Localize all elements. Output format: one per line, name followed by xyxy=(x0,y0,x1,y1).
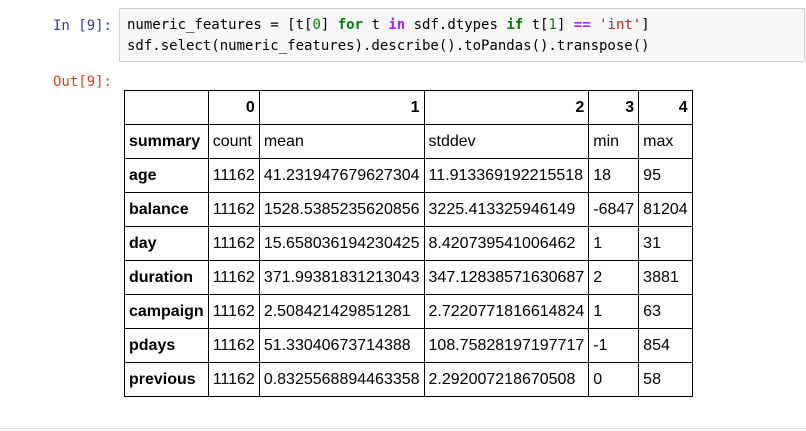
table-cell: 108.75828197197717 xyxy=(423,328,590,363)
header-cell xyxy=(124,90,209,125)
table-row: previous 11162 0.8325568894463358 2.2920072… xyxy=(124,362,693,397)
table-cell: count xyxy=(207,124,260,159)
table-cell: 347.12838571630687 xyxy=(423,260,590,295)
table-cell: 2.508421429851281 xyxy=(258,294,425,329)
table-cell: 1 xyxy=(588,226,640,261)
table-row: campaign 11162 2.508421429851281 2.72207718… xyxy=(124,294,693,329)
code-line-1: numeric_features = [t[0] for t in sdf.dt… xyxy=(127,17,650,33)
table-cell: 63 xyxy=(638,294,693,329)
row-index-cell: age xyxy=(124,158,209,193)
table-cell: -6847 xyxy=(588,192,640,227)
table-cell: 854 xyxy=(638,328,693,363)
table-cell: min xyxy=(588,124,640,159)
table-cell: stddev xyxy=(423,124,590,159)
table-row: duration 11162 371.99381831213043 347.12838… xyxy=(124,260,693,295)
table-cell: 0.8325568894463358 xyxy=(258,362,425,397)
table-cell: 3881 xyxy=(638,260,693,295)
table-row: summary count mean stddev min max xyxy=(124,124,693,159)
row-index-cell: duration xyxy=(124,260,209,295)
row-index-cell: balance xyxy=(124,192,209,227)
table-cell: 11162 xyxy=(207,260,260,295)
table-cell: 11.913369192215518 xyxy=(423,158,590,193)
output-prompt: Out[9]: xyxy=(52,74,112,90)
table-row: age 11162 41.231947679627304 11.91336919221… xyxy=(124,158,693,193)
table-cell: 51.33040673714388 xyxy=(258,328,425,363)
table-cell: 8.420739541006462 xyxy=(423,226,590,261)
dataframe-output-table: 0 1 2 3 4 summary count mean stddev min max ag… xyxy=(124,90,693,397)
row-index-cell: pdays xyxy=(124,328,209,363)
table-cell: 18 xyxy=(588,158,640,193)
table-cell: mean xyxy=(258,124,425,159)
table-cell: 15.658036194230425 xyxy=(258,226,425,261)
table-cell: -1 xyxy=(588,328,640,363)
table-cell: 41.231947679627304 xyxy=(258,158,425,193)
table-cell: 31 xyxy=(638,226,693,261)
row-index-cell: campaign xyxy=(124,294,209,329)
row-index-cell: previous xyxy=(124,362,209,397)
table-cell: 2.292007218670508 xyxy=(423,362,590,397)
table-cell: 1528.5385235620856 xyxy=(258,192,425,227)
table-cell: 1 xyxy=(588,294,640,329)
table-cell: 0 xyxy=(588,362,640,397)
table-cell: 3225.413325946149 xyxy=(423,192,590,227)
table-cell: 11162 xyxy=(207,328,260,363)
table-row: day 11162 15.658036194230425 8.420739541006… xyxy=(124,226,693,261)
table-cell: 371.99381831213043 xyxy=(258,260,425,295)
header-cell: 4 xyxy=(638,90,693,125)
code-line-2: sdf.select(numeric_features).describe().… xyxy=(127,38,650,54)
table-row: balance 11162 1528.5385235620856 3225.41332… xyxy=(124,192,693,227)
header-cell: 0 xyxy=(207,90,260,125)
header-cell: 2 xyxy=(423,90,590,125)
table-cell: 11162 xyxy=(207,362,260,397)
code-input-area[interactable]: numeric_features = [t[0] for t in sdf.dt… xyxy=(119,8,805,62)
row-index-cell: summary xyxy=(124,124,209,159)
table-cell: 2.7220771816614824 xyxy=(423,294,590,329)
table-cell: 11162 xyxy=(207,192,260,227)
table-cell: max xyxy=(638,124,693,159)
row-index-cell: day xyxy=(124,226,209,261)
input-prompt: In [9]: xyxy=(52,18,112,34)
table-header-row: 0 1 2 3 4 xyxy=(124,90,693,125)
header-cell: 1 xyxy=(258,90,425,125)
table-cell: 11162 xyxy=(207,158,260,193)
cell-separator xyxy=(0,428,806,429)
table-cell: 11162 xyxy=(207,294,260,329)
table-cell: 2 xyxy=(588,260,640,295)
table-cell: 11162 xyxy=(207,226,260,261)
table-cell: 95 xyxy=(638,158,693,193)
header-cell: 3 xyxy=(588,90,640,125)
table-cell: 81204 xyxy=(638,192,693,227)
table-cell: 58 xyxy=(638,362,693,397)
table-row: pdays 11162 51.33040673714388 108.758281971… xyxy=(124,328,693,363)
